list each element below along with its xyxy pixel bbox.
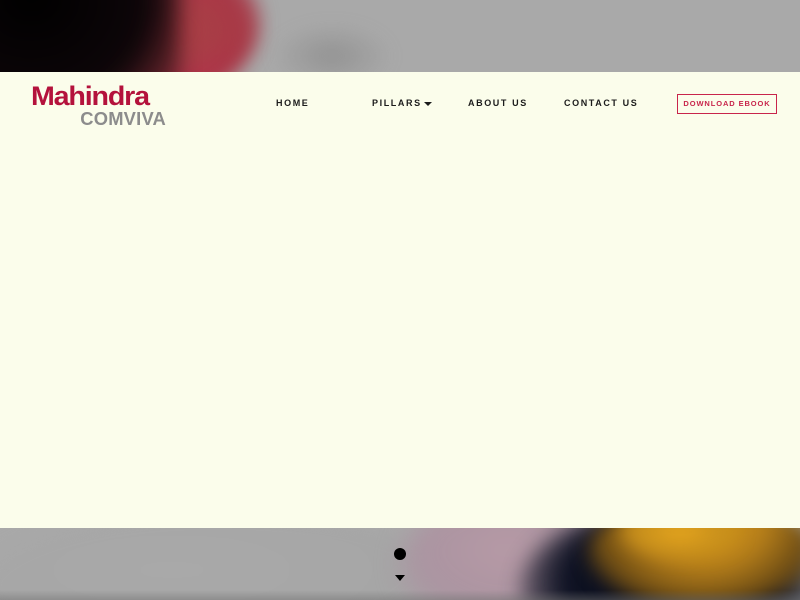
chevron-down-icon[interactable] bbox=[423, 102, 432, 106]
download-ebook-button[interactable]: DOWNLOAD EBOOK bbox=[677, 94, 777, 114]
nav-slot-pillars: PILLARS bbox=[372, 98, 468, 108]
nav-item-about-us[interactable]: ABOUT US bbox=[468, 98, 528, 108]
nav-item-home[interactable]: HOME bbox=[276, 98, 309, 108]
content-panel bbox=[0, 72, 800, 528]
nav-slot-home: HOME bbox=[276, 98, 372, 108]
nav-item-about-us-label: ABOUT US bbox=[468, 98, 528, 108]
brand-logo[interactable]: Mahindra COMVIVA bbox=[31, 83, 166, 129]
page-root: Mahindra COMVIVA HOME PILLARS ABOUT US C… bbox=[0, 0, 800, 600]
nav-item-contact-us-label: CONTACT US bbox=[564, 98, 639, 108]
hero-bottom-shadow bbox=[0, 590, 800, 600]
nav-item-home-label: HOME bbox=[276, 98, 310, 108]
brand-logo-primary: Mahindra bbox=[31, 81, 150, 111]
nav-item-pillars-label: PILLARS bbox=[372, 98, 422, 108]
brand-logo-secondary: COMVIVA bbox=[80, 109, 166, 129]
nav-slot-about-us: ABOUT US bbox=[468, 98, 564, 108]
nav-item-pillars[interactable]: PILLARS bbox=[372, 98, 432, 108]
nav-slot-contact-us: CONTACT US bbox=[564, 98, 662, 108]
primary-navigation: HOME PILLARS ABOUT US CONTACT US bbox=[276, 72, 662, 134]
nav-item-contact-us[interactable]: CONTACT US bbox=[564, 98, 638, 108]
